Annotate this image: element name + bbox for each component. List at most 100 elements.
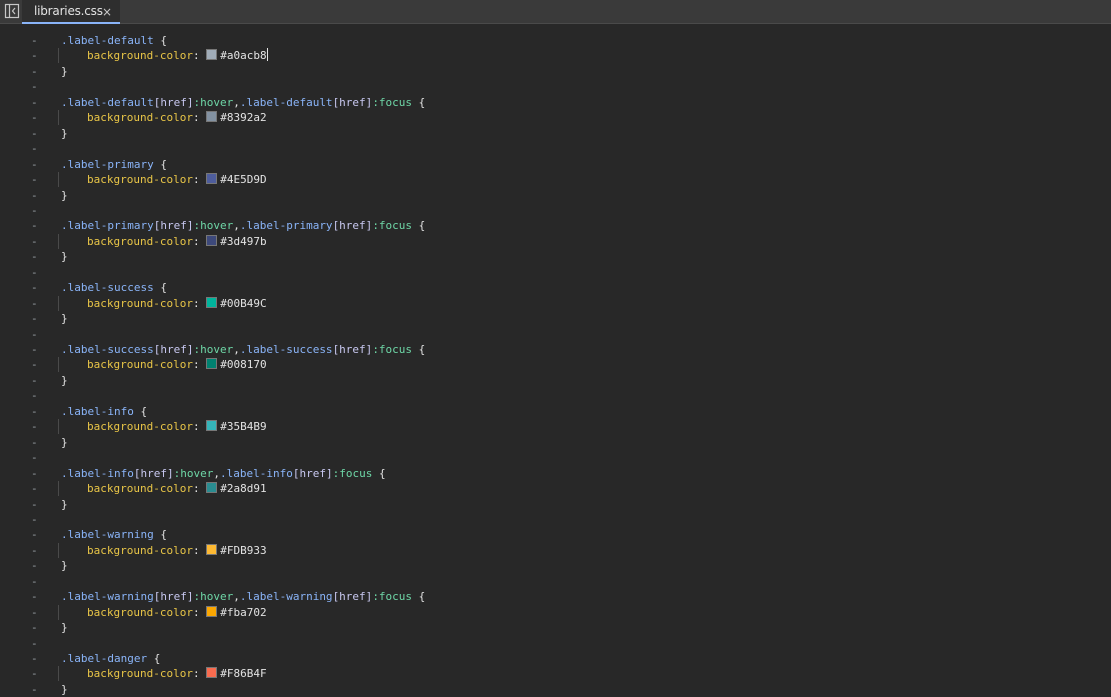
selector: .label-warning[href]:hover,.label-warnin…: [61, 589, 425, 604]
color-swatch[interactable]: [206, 667, 218, 679]
code-line[interactable]: - .label-danger {: [0, 651, 1111, 666]
selector: .label-primary {: [61, 157, 167, 172]
code-line[interactable]: - background-color: #fba702: [0, 604, 1111, 620]
code-line[interactable]: -}: [0, 311, 1111, 326]
color-swatch[interactable]: [206, 543, 218, 555]
code-line[interactable]: -: [0, 574, 1111, 589]
color-swatch[interactable]: [206, 111, 218, 123]
code-line[interactable]: -: [0, 636, 1111, 651]
indent-guide: [58, 666, 59, 682]
code-line[interactable]: - .label-default[href]:hover,.label-defau…: [0, 95, 1111, 110]
color-swatch[interactable]: [206, 173, 218, 185]
code-line[interactable]: - .label-info[href]:hover,.label-info[hre…: [0, 466, 1111, 481]
gutter-marker: -: [31, 652, 38, 665]
property-value: #4E5D9D: [220, 173, 267, 187]
code-line[interactable]: -}: [0, 558, 1111, 573]
tab-libraries-css[interactable]: libraries.css ×: [22, 0, 120, 24]
selector: .label-info {: [61, 404, 147, 419]
code-line[interactable]: - .label-success[href]:hover,.label-succe…: [0, 342, 1111, 357]
declaration: background-color: #00B49C: [87, 296, 267, 311]
sidebar-toggle-icon[interactable]: [4, 3, 20, 19]
code-line[interactable]: -: [0, 450, 1111, 465]
declaration: background-color: #fba702: [87, 605, 267, 620]
code-line[interactable]: -}: [0, 620, 1111, 635]
gutter-marker: -: [31, 435, 38, 449]
close-icon[interactable]: ×: [102, 4, 112, 20]
property-value: #008170: [220, 358, 267, 372]
gutter-marker: -: [31, 234, 38, 248]
code-line[interactable]: -: [0, 141, 1111, 156]
code-line[interactable]: -: [0, 79, 1111, 94]
color-swatch[interactable]: [206, 482, 218, 494]
code-line[interactable]: - background-color: #a0acb8: [0, 48, 1111, 64]
close-brace: }: [61, 312, 68, 326]
code-line[interactable]: - .label-success {: [0, 280, 1111, 295]
indent-guide: [58, 604, 59, 620]
gutter-marker: -: [31, 590, 38, 604]
close-brace: }: [61, 250, 68, 264]
close-brace: }: [61, 435, 68, 449]
code-line[interactable]: -}: [0, 126, 1111, 141]
close-brace: }: [61, 682, 68, 696]
code-line[interactable]: - .label-warning {: [0, 527, 1111, 542]
code-line[interactable]: - background-color: #8392a2: [0, 110, 1111, 126]
code-line[interactable]: -}: [0, 249, 1111, 264]
code-line[interactable]: -: [0, 265, 1111, 280]
gutter-marker: -: [31, 64, 38, 78]
close-brace: }: [61, 126, 68, 140]
code-line[interactable]: - background-color: #F86B4F: [0, 666, 1111, 682]
code-line[interactable]: -: [0, 388, 1111, 403]
property-value: #8392a2: [220, 111, 267, 125]
selector-class: .label-danger: [61, 652, 148, 665]
code-line[interactable]: - background-color: #00B49C: [0, 295, 1111, 311]
code-line[interactable]: -}: [0, 373, 1111, 388]
color-swatch[interactable]: [206, 605, 218, 617]
code-line[interactable]: -}: [0, 64, 1111, 79]
color-swatch[interactable]: [206, 358, 218, 370]
selector-class: .label-info: [61, 466, 134, 480]
gutter-marker: -: [31, 543, 38, 557]
code-line[interactable]: -: [0, 203, 1111, 218]
gutter-marker: -: [31, 219, 38, 233]
code-line[interactable]: - .label-primary[href]:hover,.label-prima…: [0, 218, 1111, 233]
color-swatch[interactable]: [206, 49, 218, 61]
code-line[interactable]: - background-color: #FDB933: [0, 542, 1111, 558]
code-editor[interactable]: - .label-default {- background-color: #a0a…: [0, 25, 1111, 696]
selector-pseudo: :focus: [372, 343, 413, 356]
selector-pseudo: :hover: [193, 95, 234, 109]
code-line[interactable]: - background-color: #4E5D9D: [0, 172, 1111, 188]
selector-attribute: [href]: [292, 466, 333, 480]
tab-label: libraries.css: [34, 4, 103, 18]
code-line[interactable]: - .label-warning[href]:hover,.label-warni…: [0, 589, 1111, 604]
code-line[interactable]: -}: [0, 435, 1111, 450]
property-name: background-color: [87, 667, 193, 681]
code-line[interactable]: -: [0, 512, 1111, 527]
code-line[interactable]: -}: [0, 188, 1111, 203]
code-line[interactable]: - .label-info {: [0, 404, 1111, 419]
gutter-marker: -: [31, 173, 38, 187]
code-line[interactable]: - background-color: #35B4B9: [0, 419, 1111, 435]
active-tab-indicator: [22, 22, 120, 24]
selector-separator: ,: [233, 343, 240, 356]
color-swatch[interactable]: [206, 296, 218, 308]
code-line[interactable]: - .label-default {: [0, 33, 1111, 48]
code-line[interactable]: -: [0, 327, 1111, 342]
color-swatch[interactable]: [206, 234, 218, 246]
code-line[interactable]: - background-color: #3d497b: [0, 233, 1111, 249]
selector-pseudo: :hover: [193, 219, 234, 233]
close-brace: }: [61, 621, 68, 635]
code-line[interactable]: -}: [0, 682, 1111, 697]
gutter-marker: -: [31, 389, 38, 403]
color-swatch[interactable]: [206, 420, 218, 432]
selector-class: .label-primary: [239, 219, 333, 233]
code-line[interactable]: - .label-primary {: [0, 157, 1111, 172]
declaration: background-color: #F86B4F: [87, 666, 267, 681]
code-line[interactable]: - background-color: #008170: [0, 357, 1111, 373]
code-line[interactable]: -}: [0, 497, 1111, 512]
selector-class: .label-success: [239, 343, 333, 356]
selector-class: .label-success: [61, 343, 154, 356]
selector-attribute: [href]: [153, 219, 194, 233]
code-line[interactable]: - background-color: #2a8d91: [0, 481, 1111, 497]
selector-pseudo: :hover: [193, 590, 234, 604]
open-brace: {: [153, 34, 167, 47]
